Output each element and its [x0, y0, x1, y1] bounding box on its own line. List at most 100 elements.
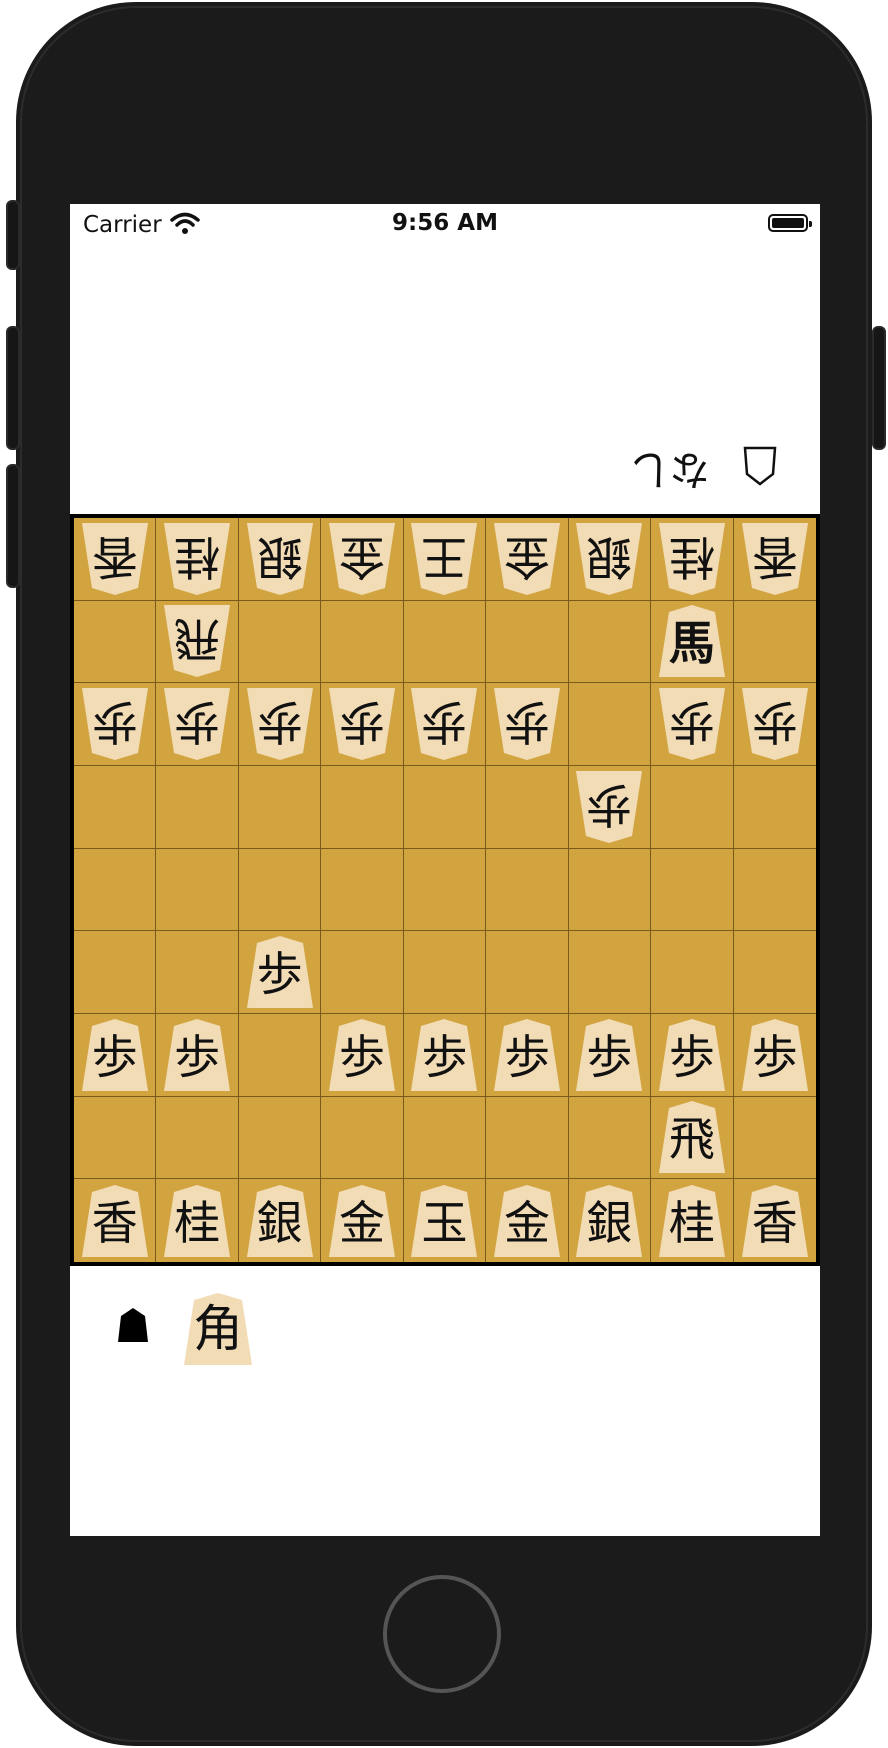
board-square[interactable]: 金: [486, 1179, 569, 1262]
board-square[interactable]: 歩: [74, 683, 157, 766]
board-square[interactable]: 歩: [486, 1014, 569, 1097]
sente-piece[interactable]: 桂: [657, 1184, 727, 1258]
board-square[interactable]: [74, 848, 157, 932]
sente-piece[interactable]: 桂: [162, 1184, 232, 1258]
board-square[interactable]: [321, 766, 404, 849]
board-square[interactable]: 銀: [569, 1179, 652, 1262]
board-square[interactable]: 歩: [403, 683, 487, 766]
sente-piece[interactable]: 香: [740, 1184, 810, 1258]
gote-piece[interactable]: 歩: [740, 687, 810, 761]
board-square[interactable]: 歩: [238, 931, 322, 1014]
board-square[interactable]: 歩: [568, 1014, 652, 1097]
sente-piece[interactable]: 歩: [409, 1018, 479, 1092]
sente-piece[interactable]: 飛: [657, 1100, 727, 1174]
gote-piece[interactable]: 飛: [162, 604, 232, 678]
board-square[interactable]: [733, 849, 816, 932]
board-square[interactable]: [486, 848, 569, 932]
gote-piece[interactable]: 王: [409, 522, 479, 596]
board-square[interactable]: [156, 1096, 239, 1180]
board-square[interactable]: [733, 1097, 816, 1180]
board-square[interactable]: [568, 931, 652, 1014]
board-square[interactable]: 歩: [651, 1014, 734, 1097]
board-square[interactable]: [238, 766, 322, 849]
board-square[interactable]: [238, 1014, 322, 1097]
board-square[interactable]: [568, 683, 652, 766]
board-square[interactable]: [321, 1096, 404, 1180]
board-square[interactable]: [238, 1096, 322, 1180]
gote-piece[interactable]: 桂: [657, 522, 727, 596]
gote-piece[interactable]: 歩: [162, 687, 232, 761]
board-square[interactable]: 飛: [156, 600, 239, 684]
board-square[interactable]: 香: [74, 518, 157, 601]
board-square[interactable]: [321, 600, 404, 684]
board-square[interactable]: 銀: [238, 518, 322, 601]
board-square[interactable]: 金: [486, 518, 569, 601]
sente-piece[interactable]: 歩: [327, 1018, 397, 1092]
board-square[interactable]: [733, 766, 816, 849]
board-square[interactable]: 歩: [568, 766, 652, 849]
board-square[interactable]: 銀: [239, 1179, 322, 1262]
board-square[interactable]: [486, 931, 569, 1014]
board-square[interactable]: [156, 766, 239, 849]
gote-piece[interactable]: 金: [492, 522, 562, 596]
gote-piece[interactable]: 歩: [657, 687, 727, 761]
home-button[interactable]: [383, 1575, 501, 1693]
sente-piece[interactable]: 銀: [574, 1184, 644, 1258]
sente-piece[interactable]: 金: [327, 1184, 397, 1258]
board-square[interactable]: 歩: [321, 683, 404, 766]
sente-piece[interactable]: 銀: [245, 1184, 315, 1258]
sente-piece[interactable]: 歩: [492, 1018, 562, 1092]
board-square[interactable]: 歩: [651, 683, 734, 766]
board-square[interactable]: 桂: [156, 1179, 239, 1262]
board-square[interactable]: [733, 931, 816, 1014]
board-square[interactable]: 香: [734, 1179, 816, 1262]
board-square[interactable]: [74, 766, 157, 849]
board-square[interactable]: [486, 600, 569, 684]
gote-piece[interactable]: 歩: [574, 770, 644, 844]
sente-piece[interactable]: 馬: [657, 604, 727, 678]
sente-piece[interactable]: 歩: [740, 1018, 810, 1092]
board-square[interactable]: 金: [321, 518, 404, 601]
board-square[interactable]: [74, 931, 157, 1014]
board-square[interactable]: [403, 766, 487, 849]
board-square[interactable]: 歩: [486, 683, 569, 766]
board-square[interactable]: 歩: [156, 683, 239, 766]
board-square[interactable]: 金: [321, 1179, 404, 1262]
board-square[interactable]: 歩: [733, 1014, 816, 1097]
gote-piece[interactable]: 歩: [492, 687, 562, 761]
board-square[interactable]: 歩: [321, 1014, 404, 1097]
board-square[interactable]: [156, 931, 239, 1014]
board-square[interactable]: [74, 600, 157, 684]
gote-piece[interactable]: 香: [80, 522, 150, 596]
board-square[interactable]: [74, 1096, 157, 1180]
sente-piece[interactable]: 香: [80, 1184, 150, 1258]
board-square[interactable]: [403, 931, 487, 1014]
board-square[interactable]: 歩: [238, 683, 322, 766]
gote-piece[interactable]: 金: [327, 522, 397, 596]
board-square[interactable]: 桂: [156, 518, 239, 601]
gote-piece[interactable]: 銀: [574, 522, 644, 596]
board-square[interactable]: [486, 766, 569, 849]
board-square[interactable]: 玉: [404, 1179, 487, 1262]
gote-piece[interactable]: 歩: [327, 687, 397, 761]
board-square[interactable]: [238, 848, 322, 932]
sente-piece[interactable]: 歩: [245, 935, 315, 1009]
sente-piece[interactable]: 歩: [657, 1018, 727, 1092]
hand-piece-bishop[interactable]: 角: [182, 1292, 254, 1366]
gote-piece[interactable]: 桂: [162, 522, 232, 596]
board-square[interactable]: [403, 1096, 487, 1180]
board-square[interactable]: [321, 931, 404, 1014]
gote-piece[interactable]: 香: [740, 522, 810, 596]
board-square[interactable]: [403, 848, 487, 932]
gote-piece[interactable]: 歩: [245, 687, 315, 761]
board-square[interactable]: 銀: [568, 518, 652, 601]
board-square[interactable]: 桂: [651, 518, 734, 601]
board-square[interactable]: [321, 848, 404, 932]
board-square[interactable]: 歩: [156, 1014, 239, 1097]
board-square[interactable]: 飛: [651, 1096, 734, 1180]
sente-piece[interactable]: 玉: [409, 1184, 479, 1258]
board-square[interactable]: [486, 1096, 569, 1180]
board-square[interactable]: 歩: [74, 1014, 157, 1097]
board-square[interactable]: [651, 931, 734, 1014]
board-square[interactable]: 歩: [403, 1014, 487, 1097]
